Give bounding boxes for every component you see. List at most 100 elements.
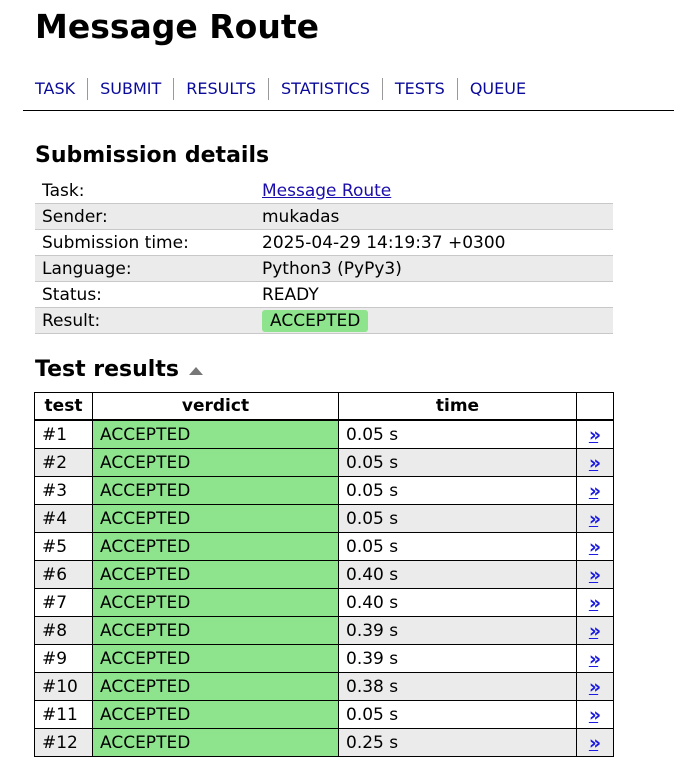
table-row: #5 ACCEPTED 0.05 s » xyxy=(34,532,614,561)
test-number: #9 xyxy=(34,644,93,673)
result-value-cell: ACCEPTED xyxy=(255,307,613,334)
nav-task[interactable]: TASK xyxy=(35,78,87,100)
test-number: #5 xyxy=(34,532,93,561)
test-results-heading: Test results xyxy=(35,356,203,384)
collapse-triangle-icon[interactable] xyxy=(188,367,203,375)
test-time: 0.25 s xyxy=(338,728,577,757)
test-number: #6 xyxy=(34,560,93,589)
table-row: #2 ACCEPTED 0.05 s » xyxy=(34,448,614,477)
col-header-link xyxy=(576,392,614,421)
view-test-link[interactable]: » xyxy=(589,704,601,726)
view-test-link[interactable]: » xyxy=(589,648,601,670)
submission-details-table: Task: Message Route Sender: mukadas Subm… xyxy=(35,178,613,334)
nav-queue[interactable]: QUEUE xyxy=(456,78,538,100)
test-verdict: ACCEPTED xyxy=(92,672,339,701)
nav-divider xyxy=(23,110,674,111)
test-link-cell: » xyxy=(576,448,614,477)
details-row-sender: Sender: mukadas xyxy=(35,203,613,230)
test-number: #7 xyxy=(34,588,93,617)
test-verdict: ACCEPTED xyxy=(92,588,339,617)
submission-time-value: 2025-04-29 14:19:37 +0300 xyxy=(255,229,613,256)
view-test-link[interactable]: » xyxy=(589,732,601,754)
test-number: #11 xyxy=(34,700,93,729)
task-value-cell: Message Route xyxy=(255,178,613,204)
submission-time-label: Submission time: xyxy=(35,229,255,256)
test-number: #1 xyxy=(34,419,93,449)
table-row: #8 ACCEPTED 0.39 s » xyxy=(34,616,614,645)
status-value: READY xyxy=(255,281,613,308)
view-test-link[interactable]: » xyxy=(589,480,601,502)
details-row-status: Status: READY xyxy=(35,281,613,308)
status-label: Status: xyxy=(35,281,255,308)
view-test-link[interactable]: » xyxy=(589,508,601,530)
test-link-cell: » xyxy=(576,672,614,701)
table-row: #12 ACCEPTED 0.25 s » xyxy=(34,728,614,757)
nav-tests[interactable]: TESTS xyxy=(381,78,457,100)
test-link-cell: » xyxy=(576,588,614,617)
view-test-link[interactable]: » xyxy=(589,452,601,474)
test-verdict: ACCEPTED xyxy=(92,644,339,673)
test-verdict: ACCEPTED xyxy=(92,448,339,477)
table-row: #10 ACCEPTED 0.38 s » xyxy=(34,672,614,701)
test-time: 0.05 s xyxy=(338,448,577,477)
details-row-result: Result: ACCEPTED xyxy=(35,307,613,334)
test-link-cell: » xyxy=(576,616,614,645)
view-test-link[interactable]: » xyxy=(589,424,601,446)
view-test-link[interactable]: » xyxy=(589,536,601,558)
main-nav: TASK SUBMIT RESULTS STATISTICS TESTS QUE… xyxy=(35,78,538,100)
nav-results[interactable]: RESULTS xyxy=(173,78,268,100)
result-label: Result: xyxy=(35,307,255,334)
test-time: 0.39 s xyxy=(338,644,577,673)
nav-statistics[interactable]: STATISTICS xyxy=(268,78,382,100)
table-row: #4 ACCEPTED 0.05 s » xyxy=(34,504,614,533)
nav-submit[interactable]: SUBMIT xyxy=(87,78,173,100)
test-link-cell: » xyxy=(576,728,614,757)
task-link[interactable]: Message Route xyxy=(262,181,391,201)
test-time: 0.05 s xyxy=(338,700,577,729)
test-link-cell: » xyxy=(576,532,614,561)
test-number: #4 xyxy=(34,504,93,533)
test-verdict: ACCEPTED xyxy=(92,532,339,561)
test-results-header-row: test verdict time xyxy=(34,392,614,421)
test-link-cell: » xyxy=(576,560,614,589)
test-number: #8 xyxy=(34,616,93,645)
test-verdict: ACCEPTED xyxy=(92,476,339,505)
col-header-verdict: verdict xyxy=(92,392,339,421)
page-title: Message Route xyxy=(35,7,319,46)
test-verdict: ACCEPTED xyxy=(92,419,339,449)
test-link-cell: » xyxy=(576,419,614,449)
test-time: 0.38 s xyxy=(338,672,577,701)
submission-details-heading: Submission details xyxy=(35,143,270,168)
sender-label: Sender: xyxy=(35,203,255,230)
view-test-link[interactable]: » xyxy=(589,564,601,586)
details-row-language: Language: Python3 (PyPy3) xyxy=(35,255,613,282)
test-verdict: ACCEPTED xyxy=(92,560,339,589)
view-test-link[interactable]: » xyxy=(589,592,601,614)
language-value: Python3 (PyPy3) xyxy=(255,255,613,282)
col-header-time: time xyxy=(338,392,577,421)
test-number: #12 xyxy=(34,728,93,757)
test-verdict: ACCEPTED xyxy=(92,700,339,729)
details-row-time: Submission time: 2025-04-29 14:19:37 +03… xyxy=(35,229,613,256)
test-link-cell: » xyxy=(576,700,614,729)
test-results-table: test verdict time #1 ACCEPTED 0.05 s» #2 ACC… xyxy=(34,392,614,757)
test-time: 0.40 s xyxy=(338,560,577,589)
table-row: #11 ACCEPTED 0.05 s » xyxy=(34,700,614,729)
test-verdict: ACCEPTED xyxy=(92,504,339,533)
sender-value: mukadas xyxy=(255,203,613,230)
result-badge: ACCEPTED xyxy=(262,309,369,332)
test-verdict: ACCEPTED xyxy=(92,616,339,645)
test-verdict: ACCEPTED xyxy=(92,728,339,757)
test-number: #2 xyxy=(34,448,93,477)
col-header-test: test xyxy=(34,392,93,421)
test-time: 0.39 s xyxy=(338,616,577,645)
view-test-link[interactable]: » xyxy=(589,676,601,698)
test-number: #3 xyxy=(34,476,93,505)
test-number: #10 xyxy=(34,672,93,701)
language-label: Language: xyxy=(35,255,255,282)
view-test-link[interactable]: » xyxy=(589,620,601,642)
details-row-task: Task: Message Route xyxy=(35,178,613,204)
task-label: Task: xyxy=(35,178,255,204)
test-time: 0.40 s xyxy=(338,588,577,617)
test-link-cell: » xyxy=(576,476,614,505)
